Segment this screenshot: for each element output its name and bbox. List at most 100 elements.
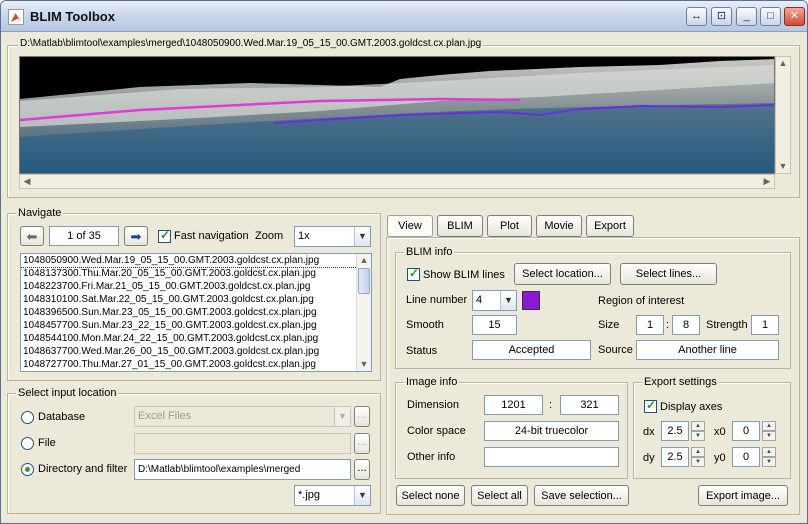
file-input[interactable] — [134, 433, 351, 454]
list-item[interactable]: 1048137300.Thu.Mar.20_05_15_00.GMT.2003.… — [21, 267, 371, 280]
smooth-label: Smooth — [406, 319, 444, 331]
scroll-right-icon[interactable]: ▶ — [760, 175, 774, 188]
scroll-down-icon[interactable]: ▼ — [776, 160, 790, 173]
zoom-select[interactable]: 1x ▼ — [294, 226, 371, 247]
tab-plot[interactable]: Plot — [487, 215, 532, 237]
fast-navigation-label: Fast navigation — [174, 230, 249, 242]
image-vertical-scrollbar[interactable]: ▲ ▼ — [775, 56, 791, 174]
spin-up-icon[interactable]: ▲ — [691, 447, 705, 457]
scroll-thumb[interactable] — [358, 268, 370, 294]
minimize-button[interactable]: _ — [736, 7, 757, 26]
scroll-down-icon[interactable]: ▼ — [357, 358, 371, 371]
file-radio[interactable] — [21, 437, 34, 450]
strength-input[interactable]: 1 — [751, 315, 779, 335]
dock-button[interactable]: ⊡ — [711, 7, 732, 26]
color-space-value: 24-bit truecolor — [484, 421, 619, 441]
file-list[interactable]: 1048050900.Wed.Mar.19_05_15_00.GMT.2003.… — [20, 253, 372, 372]
select-all-button[interactable]: Select all — [471, 485, 528, 506]
other-info-value — [484, 447, 619, 467]
list-item[interactable]: 1048223700.Fri.Mar.21_05_15_00.GMT.2003.… — [21, 280, 371, 293]
directory-input[interactable]: D:\Matlab\blimtool\examples\merged — [134, 459, 351, 480]
save-selection-button[interactable]: Save selection... — [534, 485, 629, 506]
image-view[interactable] — [19, 56, 775, 174]
blim-info-title: BLIM info — [404, 246, 455, 258]
tab-blim[interactable]: BLIM — [437, 215, 483, 237]
file-list-scrollbar[interactable]: ▲ ▼ — [356, 254, 371, 371]
tab-movie[interactable]: Movie — [536, 215, 582, 237]
scroll-left-icon[interactable]: ◀ — [20, 175, 34, 188]
arrow-left-icon: ⬅ — [26, 229, 38, 244]
dimension-width: 1201 — [484, 395, 543, 415]
x0-spinner[interactable]: ▲ ▼ — [762, 421, 776, 441]
tab-view[interactable]: View — [387, 215, 433, 237]
close-button[interactable]: ✕ — [784, 7, 805, 26]
list-item[interactable]: 1048396500.Sun.Mar.23_05_15_00.GMT.2003.… — [21, 306, 371, 319]
fast-navigation-checkbox[interactable] — [158, 228, 171, 243]
directory-browse-button[interactable]: ... — [354, 459, 370, 480]
input-location-title: Select input location — [16, 387, 119, 399]
export-settings-title: Export settings — [642, 376, 719, 388]
dy-label: dy — [643, 452, 655, 464]
dy-spinner[interactable]: ▲ ▼ — [691, 447, 705, 467]
restore-size-button[interactable]: ↔ — [686, 7, 707, 26]
directory-radio[interactable] — [21, 463, 34, 476]
select-location-button[interactable]: Select location... — [514, 263, 611, 285]
list-item[interactable]: 1048050900.Wed.Mar.19_05_15_00.GMT.2003.… — [21, 254, 371, 268]
scroll-up-icon[interactable]: ▲ — [776, 57, 790, 70]
tab-export[interactable]: Export — [586, 215, 634, 237]
image-horizontal-scrollbar[interactable]: ◀ ▶ — [19, 174, 775, 189]
x0-input[interactable]: 0 — [732, 421, 760, 441]
dx-input[interactable]: 2.5 — [661, 421, 689, 441]
database-radio[interactable] — [21, 411, 34, 424]
strength-label: Strength — [706, 319, 748, 331]
coastline-image — [20, 57, 774, 173]
dy-input[interactable]: 2.5 — [661, 447, 689, 467]
list-item[interactable]: 1048310100.Sat.Mar.22_05_15_00.GMT.2003.… — [21, 293, 371, 306]
scroll-up-icon[interactable]: ▲ — [357, 254, 371, 267]
size-label: Size — [598, 319, 620, 331]
size-b-input[interactable]: 8 — [672, 315, 700, 335]
spin-up-icon[interactable]: ▲ — [762, 421, 776, 431]
chevron-down-icon[interactable]: ▼ — [500, 291, 516, 310]
chevron-down-icon[interactable]: ▼ — [354, 227, 370, 246]
filter-select[interactable]: *.jpg ▼ — [294, 485, 371, 506]
line-color-swatch[interactable] — [522, 291, 540, 310]
chevron-down-icon[interactable]: ▼ — [334, 407, 350, 426]
select-lines-button[interactable]: Select lines... — [620, 263, 717, 285]
database-browse-button[interactable]: ... — [354, 406, 370, 427]
matlab-icon — [8, 9, 24, 25]
display-axes-checkbox[interactable] — [644, 398, 657, 413]
prev-image-button[interactable]: ⬅ — [20, 226, 44, 246]
file-browse-button[interactable]: ... — [354, 433, 370, 454]
spin-up-icon[interactable]: ▲ — [691, 421, 705, 431]
select-none-button[interactable]: Select none — [396, 485, 465, 506]
database-select[interactable]: Excel Files ▼ — [134, 406, 351, 427]
y0-spinner[interactable]: ▲ ▼ — [762, 447, 776, 467]
show-blim-lines-checkbox[interactable] — [407, 266, 420, 281]
list-item[interactable]: 1048727700.Thu.Mar.27_01_15_00.GMT.2003.… — [21, 358, 371, 371]
list-item[interactable]: 1048637700.Wed.Mar.26_00_15_00.GMT.2003.… — [21, 345, 371, 358]
list-item[interactable]: 1048457700.Sun.Mar.23_22_15_00.GMT.2003.… — [21, 319, 371, 332]
roi-label: Region of interest — [598, 295, 685, 307]
spin-down-icon[interactable]: ▼ — [691, 457, 705, 467]
size-a-input[interactable]: 1 — [636, 315, 664, 335]
image-counter: 1 of 35 — [49, 226, 119, 246]
chevron-down-icon[interactable]: ▼ — [354, 486, 370, 505]
spin-up-icon[interactable]: ▲ — [762, 447, 776, 457]
dx-label: dx — [643, 426, 655, 438]
image-path: D:\Matlab\blimtool\examples\merged\10480… — [18, 38, 484, 49]
smooth-input[interactable]: 15 — [472, 315, 517, 335]
line-number-select[interactable]: 4 ▼ — [472, 290, 517, 311]
arrow-right-icon: ➡ — [130, 229, 142, 244]
source-value: Another line — [636, 340, 779, 360]
title-bar[interactable]: BLIM Toolbox ↔ ⊡ _ □ ✕ — [1, 1, 807, 32]
y0-input[interactable]: 0 — [732, 447, 760, 467]
next-image-button[interactable]: ➡ — [124, 226, 148, 246]
spin-down-icon[interactable]: ▼ — [691, 431, 705, 441]
spin-down-icon[interactable]: ▼ — [762, 457, 776, 467]
spin-down-icon[interactable]: ▼ — [762, 431, 776, 441]
list-item[interactable]: 1048544100.Mon.Mar.24_22_15_00.GMT.2003.… — [21, 332, 371, 345]
export-image-button[interactable]: Export image... — [698, 485, 788, 506]
maximize-button[interactable]: □ — [760, 7, 781, 26]
dx-spinner[interactable]: ▲ ▼ — [691, 421, 705, 441]
